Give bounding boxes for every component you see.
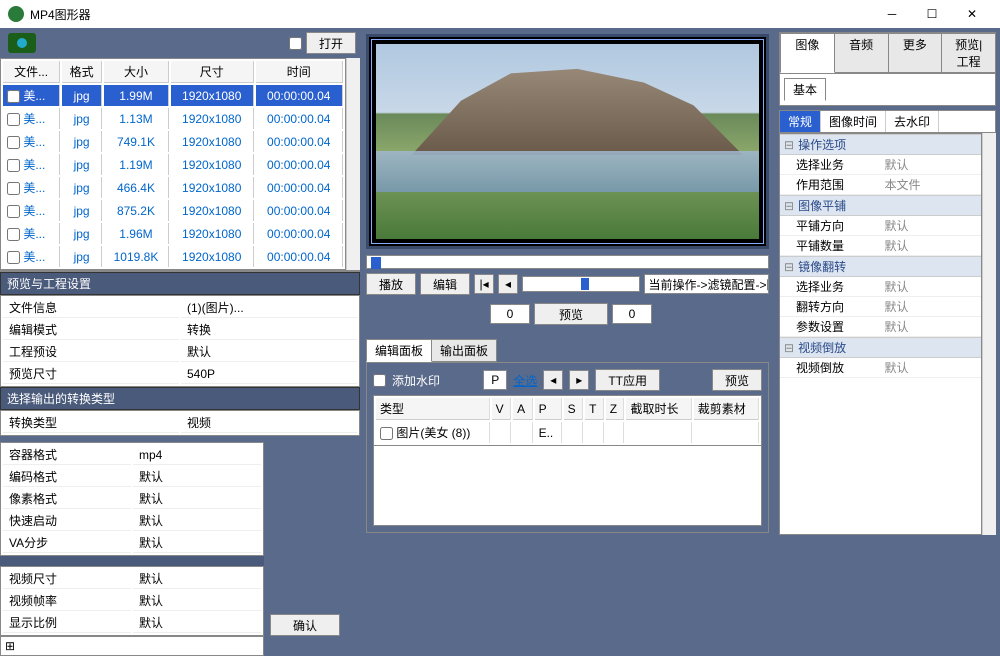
output-type-table[interactable]: 转换类型视频 xyxy=(0,410,360,436)
minimize-button[interactable]: ─ xyxy=(872,0,912,28)
tab-图像[interactable]: 图像 xyxy=(780,33,835,73)
media-row-check[interactable] xyxy=(380,427,393,440)
subtab-图像时间[interactable]: 图像时间 xyxy=(821,111,886,132)
file-row[interactable]: 美...jpg466.4K1920x108000:00:00.04 xyxy=(3,177,343,198)
watermark-label: 添加水印 xyxy=(392,372,440,389)
tab-output-panel[interactable]: 输出面板 xyxy=(431,339,497,362)
file-row[interactable]: 美...jpg1.96M1920x108000:00:00.04 xyxy=(3,223,343,244)
media-table[interactable]: 类型VAPSTZ截取时长裁剪素材 图片(美女 (8)) E.. xyxy=(373,395,762,446)
close-button[interactable]: ✕ xyxy=(952,0,992,28)
file-row[interactable]: 美...jpg1019.8K1920x108000:00:00.04 xyxy=(3,246,343,267)
edit-button[interactable]: 编辑 xyxy=(420,273,470,295)
tab-edit-panel[interactable]: 编辑面板 xyxy=(366,339,432,362)
video-table[interactable]: 视频尺寸默认视频帧率默认显示比例默认 xyxy=(0,566,264,636)
p-box: P xyxy=(483,370,507,390)
preview-image xyxy=(366,34,769,249)
operation-path: 当前操作->滤镜配置->图像->常规 xyxy=(644,274,769,294)
tt-apply-button[interactable]: TT应用 xyxy=(595,369,660,391)
frame-input-1[interactable] xyxy=(490,304,530,324)
open-checkbox[interactable] xyxy=(289,37,302,50)
seek-prev-icon[interactable]: ◂ xyxy=(498,274,518,294)
file-row[interactable]: 美...jpg1.13M1920x108000:00:00.04 xyxy=(3,108,343,129)
preview-button-mid[interactable]: 预览 xyxy=(534,303,608,325)
prop-scrollbar[interactable] xyxy=(982,133,996,535)
prop-group-镜像翻转[interactable]: ⊟镜像翻转 xyxy=(780,256,981,277)
prop-group-操作选项[interactable]: ⊟操作选项 xyxy=(780,134,981,155)
file-row[interactable]: 美...jpg875.2K1920x108000:00:00.04 xyxy=(3,200,343,221)
subtab-常规[interactable]: 常规 xyxy=(780,111,821,132)
prop-group-图像平铺[interactable]: ⊟图像平铺 xyxy=(780,195,981,216)
timeline-slider[interactable] xyxy=(366,255,769,269)
top-tab-bar: 图像音频更多预览|工程 xyxy=(779,32,996,74)
file-row[interactable]: 美...jpg749.1K1920x108000:00:00.04 xyxy=(3,131,343,152)
subtab-去水印[interactable]: 去水印 xyxy=(886,111,939,132)
frame-input-2[interactable] xyxy=(612,304,652,324)
tab-音频[interactable]: 音频 xyxy=(834,33,889,73)
prev-icon[interactable]: ◂ xyxy=(543,370,563,390)
maximize-button[interactable]: ☐ xyxy=(912,0,952,28)
app-icon xyxy=(8,6,24,22)
seek-start-icon[interactable]: |◂ xyxy=(474,274,494,294)
next-icon[interactable]: ▸ xyxy=(569,370,589,390)
confirm-button[interactable]: 确认 xyxy=(270,614,340,636)
preview-settings-header: 预览与工程设置 xyxy=(0,272,360,295)
file-scrollbar[interactable] xyxy=(346,58,360,270)
media-row: 图片(美女 (8)) E.. xyxy=(376,422,759,443)
output-type-header: 选择输出的转换类型 xyxy=(0,387,360,410)
app-title: MP4图形器 xyxy=(30,6,872,23)
eye-icon[interactable] xyxy=(8,33,36,53)
play-button[interactable]: 播放 xyxy=(366,273,416,295)
file-row[interactable]: 美...jpg1.19M1920x108000:00:00.04 xyxy=(3,154,343,175)
tab-更多[interactable]: 更多 xyxy=(888,33,943,73)
preview-settings-table[interactable]: 文件信息(1)(图片)...编辑模式转换工程预设默认预览尺寸540P xyxy=(0,295,360,387)
tab-预览|工程[interactable]: 预览|工程 xyxy=(941,33,996,73)
expand-row[interactable]: ⊞ xyxy=(0,636,264,656)
titlebar: MP4图形器 ─ ☐ ✕ xyxy=(0,0,1000,28)
prop-group-视频倒放[interactable]: ⊟视频倒放 xyxy=(780,337,981,358)
select-all-link[interactable]: 全选 xyxy=(513,372,537,389)
sub-tab-bar: 常规图像时间去水印 xyxy=(779,110,996,133)
property-grid[interactable]: ⊟操作选项选择业务默认作用范围本文件⊟图像平铺平铺方向默认平铺数量默认⊟镜像翻转… xyxy=(779,133,982,535)
file-row[interactable]: 美...jpg1.99M1920x108000:00:00.04 xyxy=(3,85,343,106)
file-table[interactable]: 文件...格式大小尺寸时间 美...jpg1.99M1920x108000:00… xyxy=(0,58,346,270)
watermark-checkbox[interactable] xyxy=(373,374,386,387)
mini-slider[interactable] xyxy=(522,276,639,292)
open-button[interactable]: 打开 xyxy=(306,32,356,54)
tab-basic[interactable]: 基本 xyxy=(784,78,826,101)
preview-button-panel[interactable]: 预览 xyxy=(712,369,762,391)
